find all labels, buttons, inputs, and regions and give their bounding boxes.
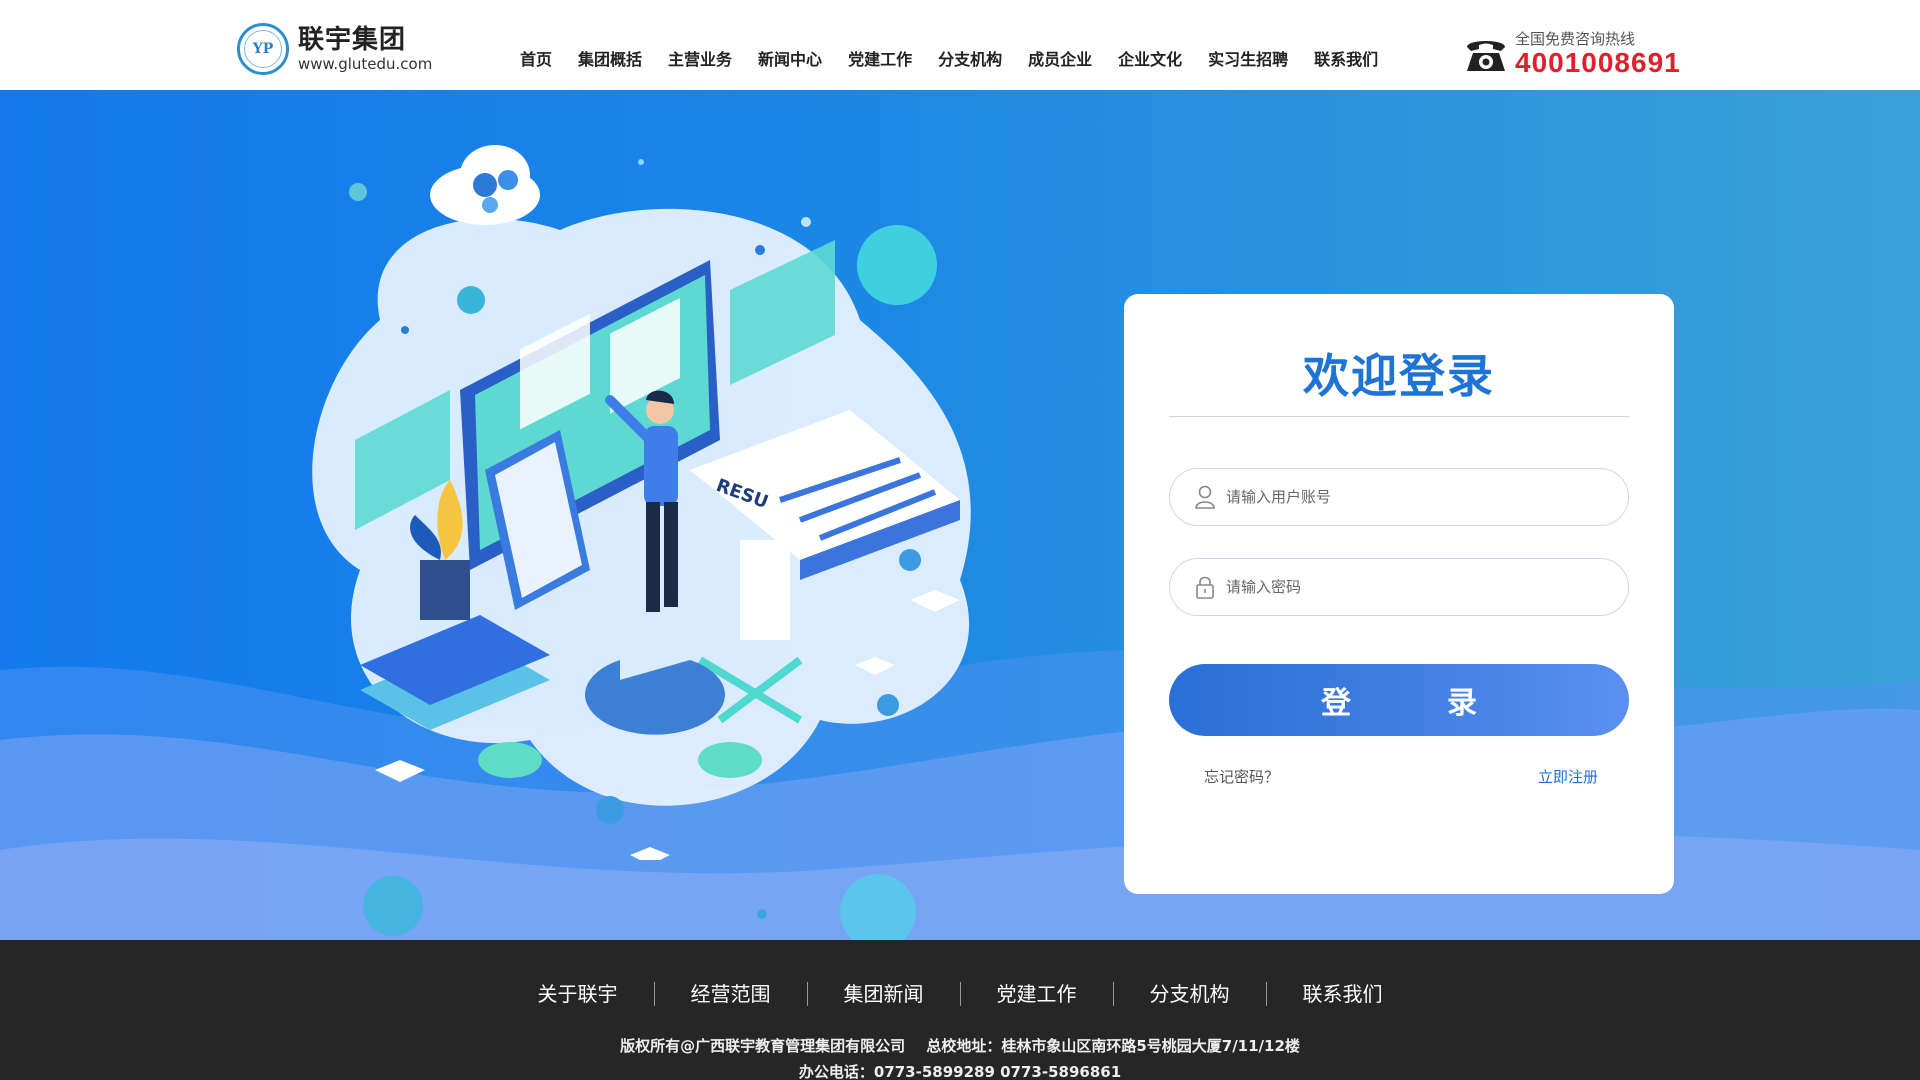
hotline-label: 全国免费咨询热线 xyxy=(1515,30,1636,48)
username-field[interactable] xyxy=(1169,468,1629,526)
nav-item-contact[interactable]: 联系我们 xyxy=(1314,46,1378,70)
hotline-number[interactable]: 4001008691 xyxy=(1515,48,1681,78)
nav-item-home[interactable]: 首页 xyxy=(520,46,552,70)
hero-section: RESU 欢迎登录 请输入用户账号 登录 忘记密码？ 立即注册 xyxy=(0,90,1920,940)
footer-link-contact[interactable]: 联系我们 xyxy=(1265,982,1419,1006)
hotline-text: 全国免费咨询热线 4001008691 xyxy=(1515,30,1681,78)
nav-item-news-center[interactable]: 新闻中心 xyxy=(758,46,822,70)
footer-link-branches[interactable]: 分支机构 xyxy=(1112,982,1266,1006)
nav-item-group-overview[interactable]: 集团概括 xyxy=(578,46,642,70)
nav-item-member-companies[interactable]: 成员企业 xyxy=(1028,46,1092,70)
login-title: 欢迎登录 xyxy=(1303,349,1495,403)
password-field[interactable] xyxy=(1169,558,1629,616)
login-button[interactable]: 登录 xyxy=(1169,664,1629,736)
logo-url: www.glutedu.com xyxy=(298,55,433,73)
forgot-password-link[interactable]: 忘记密码？ xyxy=(1204,766,1279,787)
footer-link-party-work[interactable]: 党建工作 xyxy=(959,982,1113,1006)
logo-emblem-text: YP xyxy=(252,41,274,57)
footer-office-phone: 办公电话：0773-5899289 0773-5896861 xyxy=(798,1063,1122,1080)
logo-emblem: YP xyxy=(237,23,289,75)
site-header: YP 联宇集团 www.glutedu.com 首页 集团概括 主营业务 新闻中… xyxy=(0,0,1920,90)
register-link[interactable]: 立即注册 xyxy=(1538,766,1598,787)
user-icon xyxy=(1194,485,1216,509)
hero-illustration: RESU xyxy=(300,120,1020,865)
nav-item-branches[interactable]: 分支机构 xyxy=(938,46,1002,70)
footer-address: 总校地址：桂林市象山区南环路5号桃园大厦7/11/12楼 xyxy=(926,1037,1300,1055)
logo-text: 联宇集团 www.glutedu.com xyxy=(298,25,432,73)
nav-item-internship[interactable]: 实习生招聘 xyxy=(1208,46,1288,70)
site-logo[interactable]: YP 联宇集团 www.glutedu.com xyxy=(237,23,432,75)
footer-link-about[interactable]: 关于联宇 xyxy=(502,982,654,1006)
site-footer: 关于联宇 经营范围 集团新闻 党建工作 分支机构 联系我们 版权所有@广西联宇教… xyxy=(0,940,1920,1080)
nav-item-party-work[interactable]: 党建工作 xyxy=(848,46,912,70)
nav-item-main-business[interactable]: 主营业务 xyxy=(668,46,732,70)
username-input[interactable] xyxy=(1226,488,1606,506)
footer-nav: 关于联宇 经营范围 集团新闻 党建工作 分支机构 联系我们 xyxy=(0,982,1920,1006)
login-divider xyxy=(1169,416,1629,417)
password-input[interactable] xyxy=(1226,578,1606,596)
footer-copyright: 版权所有@广西联宇教育管理集团有限公司 xyxy=(620,1037,906,1055)
telephone-icon xyxy=(1463,33,1509,75)
main-nav: 首页 集团概括 主营业务 新闻中心 党建工作 分支机构 成员企业 企业文化 实习… xyxy=(520,46,1404,70)
hotline: 全国免费咨询热线 4001008691 xyxy=(1463,30,1681,78)
footer-link-group-news[interactable]: 集团新闻 xyxy=(806,982,960,1006)
footer-link-business-scope[interactable]: 经营范围 xyxy=(653,982,807,1006)
logo-name: 联宇集团 xyxy=(298,25,407,55)
nav-item-culture[interactable]: 企业文化 xyxy=(1118,46,1182,70)
lock-icon xyxy=(1194,575,1216,599)
footer-copyright-line: 版权所有@广西联宇教育管理集团有限公司 总校地址：桂林市象山区南环路5号桃园大厦… xyxy=(0,1035,1920,1056)
login-card: 欢迎登录 登录 忘记密码？ 立即注册 xyxy=(1124,294,1674,894)
